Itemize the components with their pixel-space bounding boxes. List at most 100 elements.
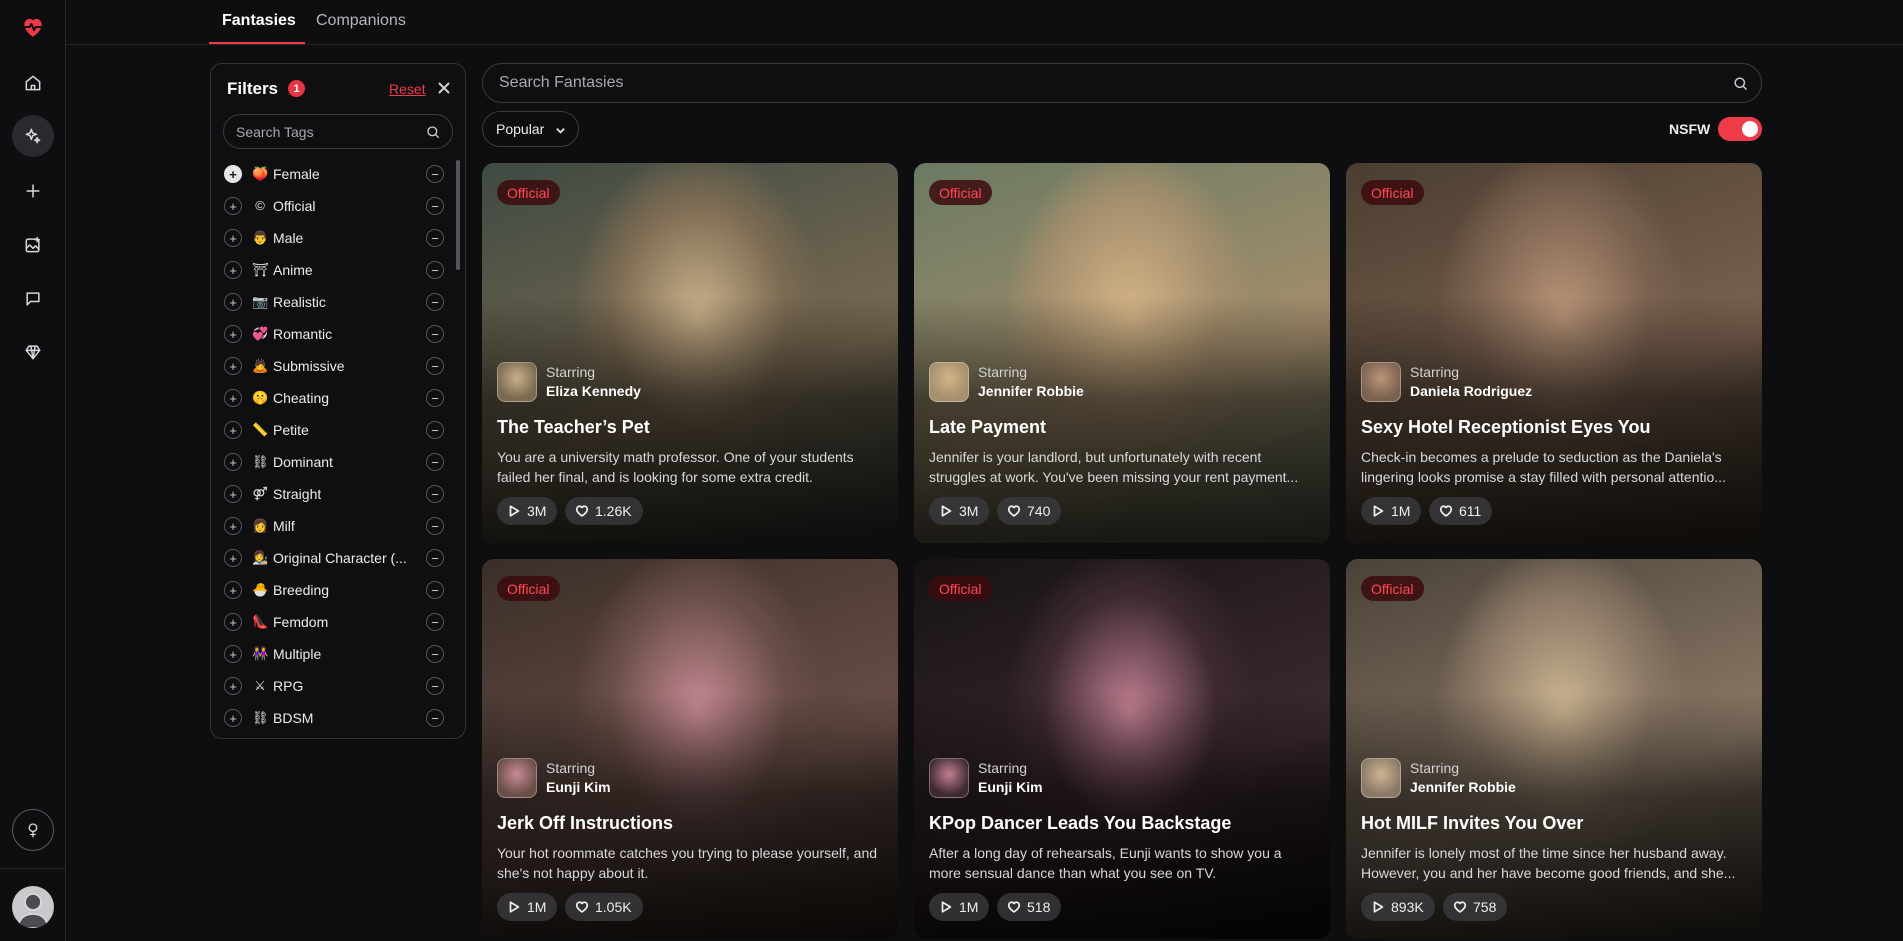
exclude-tag-button[interactable]: − — [426, 613, 444, 631]
official-badge: Official — [497, 180, 560, 205]
search-icon[interactable] — [1732, 75, 1749, 92]
fantasy-card[interactable]: Official Starring Eunji Kim KPop Dancer Lea… — [914, 559, 1330, 939]
sparkle-icon[interactable] — [12, 115, 54, 157]
exclude-tag-button[interactable]: − — [426, 421, 444, 439]
tag-label: Anime — [273, 262, 313, 278]
include-tag-button[interactable]: + — [224, 517, 242, 535]
include-tag-button[interactable]: + — [224, 645, 242, 663]
likes-stat[interactable]: 758 — [1443, 893, 1508, 921]
search-icon[interactable] — [425, 124, 441, 140]
include-tag-button[interactable]: + — [224, 453, 242, 471]
tag-row: + 🐣 Breeding − — [211, 574, 457, 606]
plays-stat[interactable]: 1M — [497, 893, 558, 921]
include-tag-button[interactable]: + — [224, 389, 242, 407]
exclude-tag-button[interactable]: − — [426, 709, 444, 727]
image-add-icon[interactable] — [12, 224, 54, 266]
official-badge: Official — [497, 576, 560, 601]
plays-stat[interactable]: 1M — [929, 893, 990, 921]
starring-avatar — [1361, 758, 1401, 798]
star-name[interactable]: Eliza Kennedy — [546, 383, 641, 399]
tag-emoji-icon: 📏 — [252, 422, 269, 437]
fantasy-card[interactable]: Official Starring Eliza Kennedy The Teacher… — [482, 163, 898, 543]
exclude-tag-button[interactable]: − — [426, 485, 444, 503]
tag-emoji-icon: ⚔ — [254, 678, 266, 693]
star-name[interactable]: Daniela Rodriguez — [1410, 383, 1532, 399]
tag-search-input[interactable] — [236, 115, 416, 148]
exclude-tag-button[interactable]: − — [426, 261, 444, 279]
exclude-tag-button[interactable]: − — [426, 165, 444, 183]
sort-dropdown[interactable]: Popular — [482, 111, 579, 147]
star-name[interactable]: Eunji Kim — [546, 779, 611, 795]
include-tag-button[interactable]: + — [224, 261, 242, 279]
star-name[interactable]: Jennifer Robbie — [978, 383, 1084, 399]
exclude-tag-button[interactable]: − — [426, 645, 444, 663]
include-tag-button[interactable]: + — [224, 197, 242, 215]
include-tag-button[interactable]: + — [224, 357, 242, 375]
filters-panel: Filters 1 Reset + 🍑 Female − + © Official − + 👨 Ma… — [210, 63, 466, 739]
include-tag-button[interactable]: + — [224, 549, 242, 567]
include-tag-button[interactable]: + — [224, 293, 242, 311]
nsfw-toggle[interactable] — [1718, 117, 1762, 141]
diamond-icon[interactable] — [12, 331, 54, 373]
tab-companions[interactable]: Companions — [316, 12, 406, 30]
likes-stat[interactable]: 611 — [1429, 497, 1493, 525]
likes-stat[interactable]: 1.26K — [565, 497, 643, 525]
heart-icon — [575, 901, 589, 913]
home-icon[interactable] — [12, 62, 54, 104]
plays-stat[interactable]: 893K — [1361, 893, 1435, 921]
likes-stat[interactable]: 1.05K — [565, 893, 643, 921]
include-tag-button[interactable]: + — [224, 229, 242, 247]
exclude-tag-button[interactable]: − — [426, 549, 444, 567]
plays-stat[interactable]: 3M — [929, 497, 990, 525]
include-tag-button[interactable]: + — [224, 581, 242, 599]
star-name[interactable]: Jennifer Robbie — [1410, 779, 1516, 795]
tag-label: BDSM — [273, 710, 314, 726]
exclude-tag-button[interactable]: − — [426, 677, 444, 695]
gender-icon[interactable] — [12, 809, 54, 851]
fantasy-card[interactable]: Official Starring Eunji Kim Jerk Off Instru… — [482, 559, 898, 939]
card-description: Your hot roommate catches you trying to … — [497, 845, 878, 881]
include-tag-button[interactable]: + — [224, 165, 242, 183]
card-description: Check-in becomes a prelude to seduction … — [1361, 449, 1726, 485]
tag-label: Dominant — [273, 454, 333, 470]
close-icon[interactable] — [436, 80, 452, 96]
fantasy-search-input[interactable] — [499, 64, 1699, 102]
include-tag-button[interactable]: + — [224, 485, 242, 503]
likes-stat[interactable]: 518 — [997, 893, 1062, 921]
exclude-tag-button[interactable]: − — [426, 325, 444, 343]
tag-emoji-icon: © — [255, 198, 265, 213]
exclude-tag-button[interactable]: − — [426, 389, 444, 407]
exclude-tag-button[interactable]: − — [426, 357, 444, 375]
chat-icon[interactable] — [12, 278, 54, 320]
exclude-tag-button[interactable]: − — [426, 293, 444, 311]
tab-fantasies[interactable]: Fantasies — [222, 12, 296, 30]
avatar[interactable] — [12, 886, 54, 928]
include-tag-button[interactable]: + — [224, 325, 242, 343]
starring-label: Starring — [1410, 364, 1460, 380]
exclude-tag-button[interactable]: − — [426, 229, 444, 247]
plus-icon[interactable] — [12, 170, 54, 212]
include-tag-button[interactable]: + — [224, 677, 242, 695]
tag-label: Original Character (... — [273, 550, 407, 566]
exclude-tag-button[interactable]: − — [426, 517, 444, 535]
heart-logo-icon[interactable] — [12, 6, 54, 48]
include-tag-button[interactable]: + — [224, 613, 242, 631]
tag-row: + 🍑 Female − — [211, 158, 457, 190]
include-tag-button[interactable]: + — [224, 421, 242, 439]
tag-row: + ⚤ Straight − — [211, 478, 457, 510]
exclude-tag-button[interactable]: − — [426, 581, 444, 599]
exclude-tag-button[interactable]: − — [426, 453, 444, 471]
fantasy-card[interactable]: Official Starring Jennifer Robbie Hot MILF … — [1346, 559, 1762, 939]
fantasy-card[interactable]: Official Starring Daniela Rodriguez Sexy Ho… — [1346, 163, 1762, 543]
tag-list-scrollbar[interactable] — [456, 160, 460, 270]
tag-row: + 👭 Multiple − — [211, 638, 457, 670]
plays-stat[interactable]: 1M — [1361, 497, 1422, 525]
exclude-tag-button[interactable]: − — [426, 197, 444, 215]
tag-label: Multiple — [273, 646, 322, 662]
likes-stat[interactable]: 740 — [997, 497, 1062, 525]
fantasy-card[interactable]: Official Starring Jennifer Robbie Late Paym… — [914, 163, 1330, 543]
star-name[interactable]: Eunji Kim — [978, 779, 1043, 795]
reset-filters-link[interactable]: Reset — [389, 81, 426, 97]
include-tag-button[interactable]: + — [224, 709, 242, 727]
plays-stat[interactable]: 3M — [497, 497, 558, 525]
